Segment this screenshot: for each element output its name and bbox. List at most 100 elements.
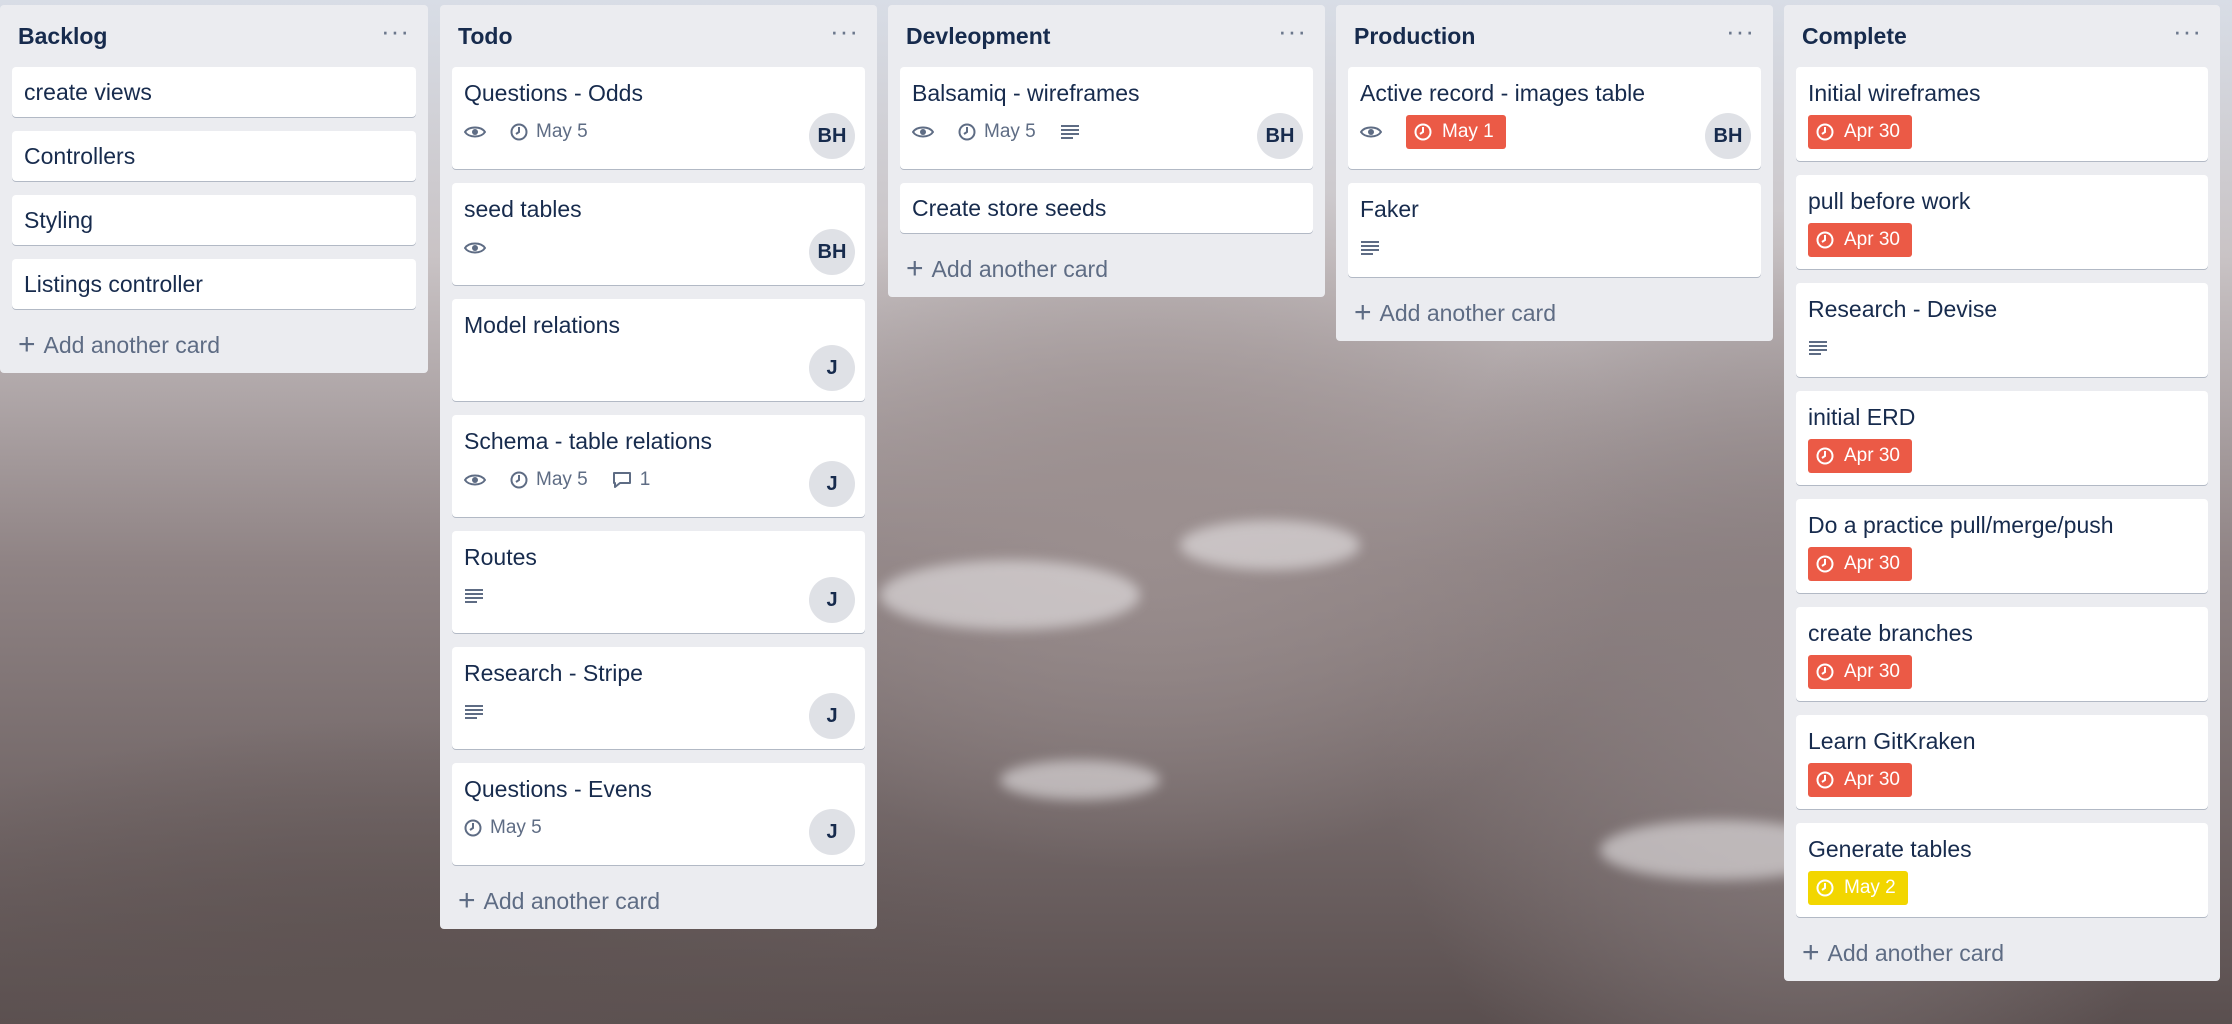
plus-icon: + xyxy=(1354,296,1372,329)
card[interactable]: Styling xyxy=(12,195,416,245)
avatar[interactable]: J xyxy=(809,345,855,391)
card-badges: May 5 xyxy=(464,810,853,846)
avatar[interactable]: J xyxy=(809,693,855,739)
list-menu-button[interactable]: ··· xyxy=(830,18,859,54)
due-date-badge[interactable]: Apr 30 xyxy=(1808,439,1912,473)
card-badges: Apr 30 xyxy=(1808,546,2196,582)
description-icon xyxy=(1060,124,1080,140)
card[interactable]: Create store seeds xyxy=(900,183,1313,233)
due-date-badge: May 5 xyxy=(464,817,542,839)
add-card-button[interactable]: + Add another card xyxy=(452,873,865,929)
card-title: Styling xyxy=(24,207,94,233)
card[interactable]: seed tables BH xyxy=(452,183,865,285)
card-badges: May 1 xyxy=(1360,114,1749,150)
watch-icon xyxy=(464,241,486,255)
card-title: pull before work xyxy=(1808,188,1971,214)
add-card-label: Add another card xyxy=(1379,299,1556,326)
card-badges: May 5 1 xyxy=(464,462,853,498)
clock-icon xyxy=(1816,123,1834,141)
card[interactable]: Do a practice pull/merge/push Apr 30 xyxy=(1796,499,2208,593)
card[interactable]: Faker xyxy=(1348,183,1761,277)
add-card-button[interactable]: + Add another card xyxy=(12,317,416,373)
list-title[interactable]: Todo xyxy=(458,23,513,50)
card-badges: May 2 xyxy=(1808,870,2196,906)
avatar[interactable]: J xyxy=(809,809,855,855)
card[interactable]: Research - Stripe J xyxy=(452,647,865,749)
card[interactable]: Questions - Odds May 5 BH xyxy=(452,67,865,169)
add-card-label: Add another card xyxy=(483,887,660,914)
card-badges: Apr 30 xyxy=(1808,222,2196,258)
watch-icon xyxy=(1360,125,1382,139)
avatar[interactable]: BH xyxy=(809,229,855,275)
list-menu-button[interactable]: ··· xyxy=(2173,18,2202,54)
card-title: Faker xyxy=(1360,196,1419,222)
list-menu-button[interactable]: ··· xyxy=(1278,18,1307,54)
card[interactable]: Balsamiq - wireframes May 5 BH xyxy=(900,67,1313,169)
list-title[interactable]: Complete xyxy=(1802,23,1907,50)
add-card-label: Add another card xyxy=(931,255,1108,282)
card[interactable]: Active record - images table May 1 BH xyxy=(1348,67,1761,169)
due-date-badge[interactable]: May 2 xyxy=(1808,871,1908,905)
list-title[interactable]: Production xyxy=(1354,23,1475,50)
card-badges: Apr 30 xyxy=(1808,438,2196,474)
card-title: Model relations xyxy=(464,312,620,338)
card-title: Listings controller xyxy=(24,271,203,297)
due-date-badge[interactable]: Apr 30 xyxy=(1808,115,1912,149)
add-card-button[interactable]: + Add another card xyxy=(1796,925,2208,981)
list-menu-button[interactable]: ··· xyxy=(1726,18,1755,54)
list-title[interactable]: Backlog xyxy=(18,23,107,50)
card[interactable]: Learn GitKraken Apr 30 xyxy=(1796,715,2208,809)
card[interactable]: Listings controller xyxy=(12,259,416,309)
plus-icon: + xyxy=(18,328,36,361)
card-title: Routes xyxy=(464,544,537,570)
clock-icon xyxy=(510,123,528,141)
board: Backlog ··· create views Controllers Sty… xyxy=(0,0,2232,1024)
list-header: Backlog ··· xyxy=(12,5,416,67)
card[interactable]: Generate tables May 2 xyxy=(1796,823,2208,917)
add-card-button[interactable]: + Add another card xyxy=(900,241,1313,297)
card[interactable]: Research - Devise xyxy=(1796,283,2208,377)
card[interactable]: create branches Apr 30 xyxy=(1796,607,2208,701)
due-date-badge[interactable]: Apr 30 xyxy=(1808,223,1912,257)
due-date-badge[interactable]: Apr 30 xyxy=(1808,655,1912,689)
due-date-text: Apr 30 xyxy=(1844,661,1900,682)
due-date-badge[interactable]: Apr 30 xyxy=(1808,763,1912,797)
card-title: initial ERD xyxy=(1808,404,1916,430)
plus-icon: + xyxy=(1802,936,1820,969)
card-badges: May 5 xyxy=(912,114,1301,150)
card[interactable]: initial ERD Apr 30 xyxy=(1796,391,2208,485)
card[interactable]: Initial wireframes Apr 30 xyxy=(1796,67,2208,161)
card-title: Controllers xyxy=(24,143,136,169)
card[interactable]: Routes J xyxy=(452,531,865,633)
card-title: Research - Devise xyxy=(1808,296,1998,322)
add-card-button[interactable]: + Add another card xyxy=(1348,285,1761,341)
avatar[interactable]: J xyxy=(809,461,855,507)
due-date-badge: May 5 xyxy=(510,469,588,491)
card-title: Balsamiq - wireframes xyxy=(912,80,1140,106)
due-date-badge[interactable]: Apr 30 xyxy=(1808,547,1912,581)
list-title[interactable]: Devleopment xyxy=(906,23,1050,50)
due-date-badge[interactable]: May 1 xyxy=(1406,115,1506,149)
list-complete: Complete ··· Initial wireframes Apr 30 p… xyxy=(1784,5,2220,981)
card-badges xyxy=(464,578,853,614)
card[interactable]: pull before work Apr 30 xyxy=(1796,175,2208,269)
list-menu-button[interactable]: ··· xyxy=(381,18,410,54)
list-development: Devleopment ··· Balsamiq - wireframes Ma… xyxy=(888,5,1325,297)
avatar[interactable]: J xyxy=(809,577,855,623)
card[interactable]: Questions - Evens May 5 J xyxy=(452,763,865,865)
avatar[interactable]: BH xyxy=(1705,113,1751,159)
card[interactable]: Schema - table relations May 5 1 J xyxy=(452,415,865,517)
add-card-label: Add another card xyxy=(43,331,220,358)
avatar[interactable]: BH xyxy=(809,113,855,159)
card[interactable]: Controllers xyxy=(12,131,416,181)
clock-icon xyxy=(1816,771,1834,789)
clock-icon xyxy=(464,819,482,837)
list-production: Production ··· Active record - images ta… xyxy=(1336,5,1773,341)
card[interactable]: Model relations J xyxy=(452,299,865,401)
card-title: create views xyxy=(24,79,152,105)
clock-icon xyxy=(510,471,528,489)
avatar[interactable]: BH xyxy=(1257,113,1303,159)
card[interactable]: create views xyxy=(12,67,416,117)
card-badges xyxy=(464,694,853,730)
card-title: Generate tables xyxy=(1808,836,1972,862)
